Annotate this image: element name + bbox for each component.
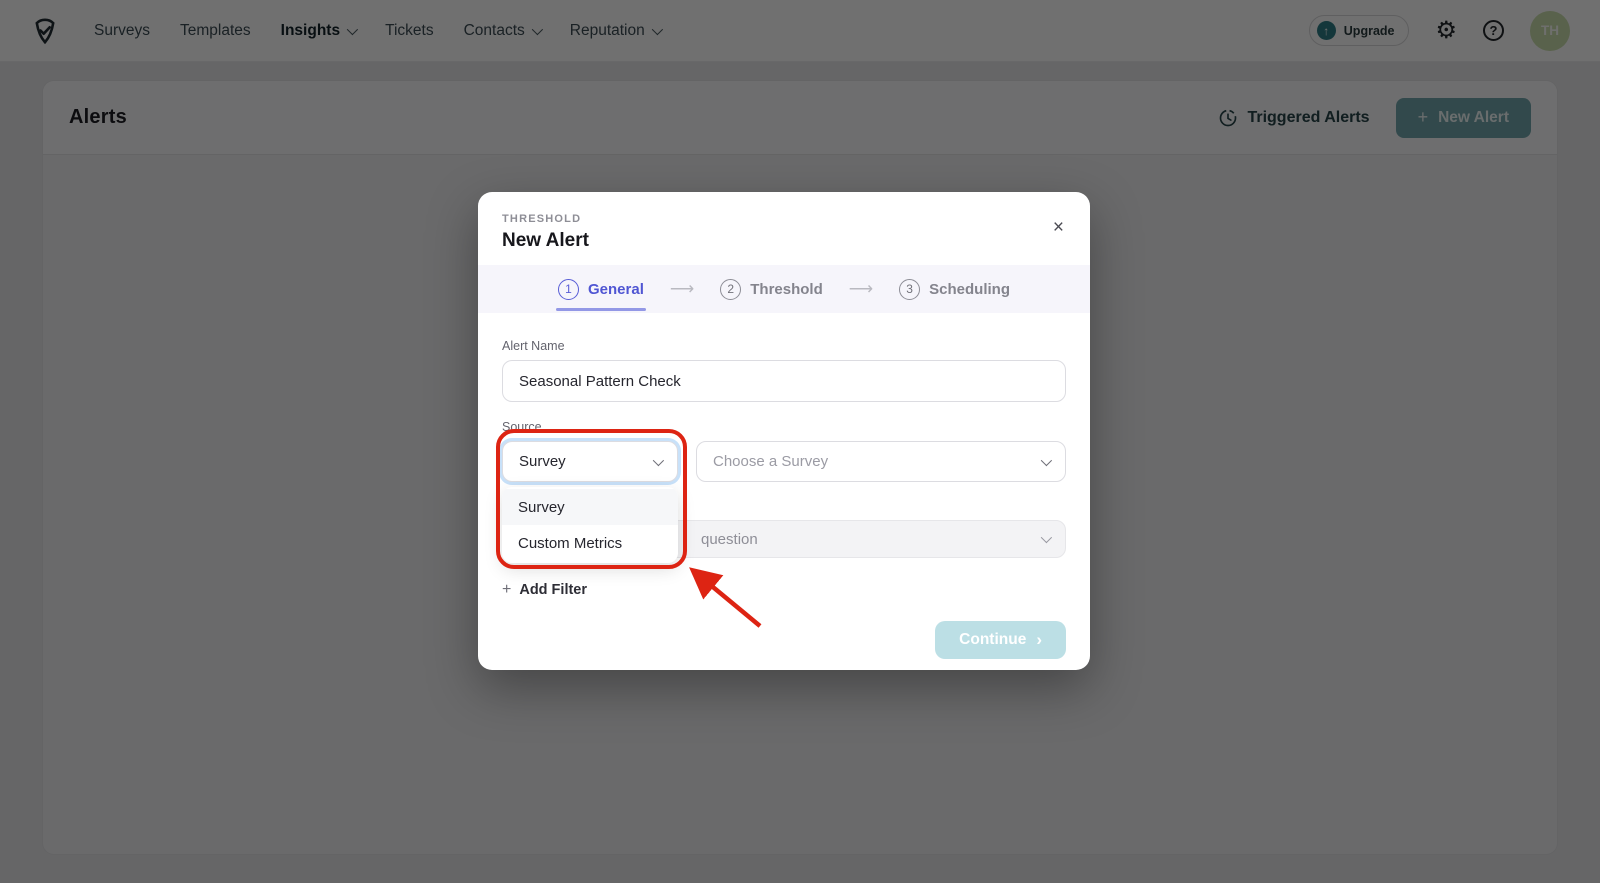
source-type-select[interactable]: Survey: [502, 441, 678, 482]
dropdown-option-survey[interactable]: Survey: [502, 489, 678, 525]
chevron-down-icon: [1041, 532, 1052, 543]
modal-footer: Continue ›: [478, 599, 1090, 681]
source-type-value: Survey: [519, 453, 566, 470]
choose-survey-select[interactable]: Choose a Survey: [696, 441, 1066, 482]
chevron-right-icon: ›: [1036, 630, 1042, 650]
step-number: 1: [558, 279, 579, 300]
source-row: Survey Choose a Survey: [502, 441, 1066, 482]
step-label: Scheduling: [929, 281, 1010, 298]
modal-title: New Alert: [502, 230, 1066, 252]
new-alert-modal: THRESHOLD New Alert × 1 General ⟶ 2 Thre…: [478, 192, 1090, 670]
modal-header: THRESHOLD New Alert ×: [478, 192, 1090, 265]
active-step-underline: [556, 308, 646, 311]
plus-icon: +: [502, 581, 511, 599]
alert-name-input[interactable]: [502, 360, 1066, 402]
step-number: 2: [720, 279, 741, 300]
continue-label: Continue: [959, 631, 1026, 649]
close-icon[interactable]: ×: [1053, 218, 1064, 237]
step-arrow-icon: ⟶: [849, 279, 873, 299]
continue-button[interactable]: Continue ›: [935, 621, 1066, 659]
dropdown-option-custom-metrics[interactable]: Custom Metrics: [502, 525, 678, 561]
source-label: Source: [502, 420, 1066, 434]
step-general[interactable]: 1 General: [558, 279, 644, 300]
survey-placeholder: Choose a Survey: [713, 453, 828, 470]
stepper: 1 General ⟶ 2 Threshold ⟶ 3 Scheduling: [478, 265, 1090, 313]
chevron-down-icon: [1041, 454, 1052, 465]
step-scheduling[interactable]: 3 Scheduling: [899, 279, 1010, 300]
screen: Surveys Templates Insights Tickets Conta…: [0, 0, 1600, 883]
step-label: Threshold: [750, 281, 823, 298]
add-filter-button[interactable]: + Add Filter: [502, 581, 1066, 599]
step-number: 3: [899, 279, 920, 300]
step-label: General: [588, 281, 644, 298]
modal-eyebrow: THRESHOLD: [502, 213, 1066, 225]
step-arrow-icon: ⟶: [670, 279, 694, 299]
source-dropdown-menu: Survey Custom Metrics: [502, 487, 678, 563]
chevron-down-icon: [653, 454, 664, 465]
add-filter-label: Add Filter: [519, 582, 587, 598]
step-threshold[interactable]: 2 Threshold: [720, 279, 823, 300]
alert-name-label: Alert Name: [502, 339, 1066, 353]
